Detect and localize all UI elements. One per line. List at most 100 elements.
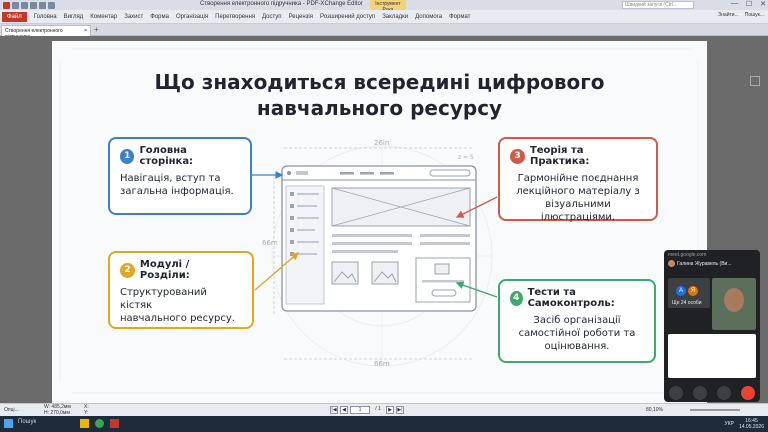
- participant-avatar: А: [676, 286, 686, 296]
- close-tab-icon[interactable]: ×: [84, 28, 87, 34]
- meet-overlay[interactable]: meet.google.com Галина Журавель (Ви... А…: [664, 250, 760, 402]
- card-theory-practice-line: лекційного матеріалу з: [516, 186, 640, 197]
- card-modules-header: 2 Модулі / Розділи:: [120, 259, 242, 281]
- menu-view[interactable]: Вигляд: [64, 14, 84, 20]
- camera-icon[interactable]: [693, 386, 707, 400]
- maximize-button[interactable]: ☐: [746, 0, 752, 8]
- quick-launch-search[interactable]: Швидкий запуск (Ctrl...: [622, 1, 694, 9]
- file-explorer-icon[interactable]: [80, 419, 89, 428]
- undo-icon[interactable]: [39, 1, 46, 9]
- card-home-page-body: Навігація, вступ та загальна інформація.: [120, 172, 240, 198]
- save-icon[interactable]: [21, 1, 28, 9]
- slide-page: 26in 66m 66m z = 5 Що знаходиться всеред…: [52, 41, 707, 403]
- redo-icon[interactable]: [48, 1, 55, 9]
- page-total: / 1: [375, 406, 381, 412]
- camera-video-tile[interactable]: [712, 278, 756, 330]
- ribbon-menu: Файл Головна Вигляд Коментар Захист Форм…: [0, 10, 768, 24]
- print-icon[interactable]: [30, 1, 37, 9]
- card-modules-line: Структурований кістяк: [120, 287, 207, 311]
- card-theory-practice: 3 Теорія та Практика: Гармонійне поєднан…: [498, 137, 658, 223]
- status-bar: Опці... W: 485,2мм H: 270,0мм X: Y: |◀ ◀…: [0, 403, 768, 416]
- hang-up-icon[interactable]: [741, 386, 755, 400]
- card-home-page-title: Головна сторінка:: [139, 145, 194, 167]
- menu-file[interactable]: Файл: [2, 11, 27, 22]
- chrome-icon[interactable]: [95, 419, 104, 428]
- panel-toggle-icon[interactable]: [750, 76, 760, 86]
- menu-form[interactable]: Форма: [150, 14, 169, 20]
- language-indicator[interactable]: УКР: [725, 421, 734, 427]
- participant-avatar: Я: [688, 286, 698, 296]
- new-tab-button[interactable]: +: [94, 26, 99, 34]
- menu-help[interactable]: Допомога: [415, 14, 442, 20]
- page-number-input[interactable]: 1: [350, 406, 370, 414]
- menu-organize[interactable]: Організація: [176, 14, 208, 20]
- document-view[interactable]: 26in 66m 66m z = 5 Що знаходиться всеред…: [0, 36, 768, 403]
- first-page-button[interactable]: |◀: [330, 406, 338, 414]
- present-icon[interactable]: [717, 386, 731, 400]
- card-theory-practice-header: 3 Теорія та Практика:: [510, 145, 646, 167]
- prev-page-button[interactable]: ◀: [340, 406, 348, 414]
- card-tests-title: Тести та Самоконтроль:: [527, 287, 615, 309]
- meet-presenter: Галина Журавель (Ви...: [664, 260, 760, 267]
- menu-format[interactable]: Формат: [449, 14, 470, 20]
- menu-comment[interactable]: Коментар: [90, 14, 117, 20]
- quick-access-toolbar: [0, 1, 55, 9]
- taskbar-search[interactable]: Пошук: [18, 419, 36, 425]
- menu-extended-access[interactable]: Розширений доступ: [320, 14, 375, 20]
- card-tests: 4 Тести та Самоконтроль: Засіб організац…: [498, 279, 656, 363]
- system-tray: УКР 16:45 14.05.2026: [725, 418, 764, 430]
- microphone-icon[interactable]: [669, 386, 683, 400]
- search-button[interactable]: Пошук...: [745, 12, 764, 18]
- shared-screen-thumbnail[interactable]: [668, 334, 756, 378]
- card-modules-number: 2: [120, 262, 135, 278]
- card-modules-body: Структурований кістяк навчального ресурс…: [120, 286, 242, 325]
- card-tests-header: 4 Тести та Самоконтроль:: [510, 287, 644, 309]
- last-page-button[interactable]: ▶|: [396, 406, 404, 414]
- card-home-page-line: загальна інформація.: [120, 186, 234, 197]
- participants-tile[interactable]: А Я Ще 24 особи: [668, 278, 710, 308]
- pinned-apps: [80, 419, 119, 428]
- document-tab[interactable]: Створення електронного підручника ×: [1, 25, 91, 40]
- slide-title: Що знаходиться всередині цифрового навча…: [52, 69, 707, 121]
- close-button[interactable]: ✕: [760, 0, 766, 8]
- menu-protect[interactable]: Захист: [124, 14, 143, 20]
- clock[interactable]: 16:45 14.05.2026: [739, 418, 764, 430]
- windows-start-icon[interactable]: [4, 419, 13, 428]
- window-controls: — ☐ ✕: [731, 0, 766, 8]
- clock-date: 14.05.2026: [738, 424, 764, 430]
- menu-convert[interactable]: Перетворення: [215, 14, 255, 20]
- zoom-level[interactable]: 80,10%: [646, 407, 663, 413]
- window-title: Створення електронного підручника - PDF-…: [200, 1, 363, 7]
- card-tests-body: Засіб організації самостійної роботи та …: [510, 314, 644, 353]
- app-icon: [3, 1, 10, 9]
- card-tests-number: 4: [510, 290, 523, 306]
- card-modules-line: навчального ресурсу.: [120, 313, 235, 324]
- options-button[interactable]: Опці...: [4, 407, 19, 413]
- card-home-page-line: Навігація, вступ та: [120, 173, 221, 184]
- menu-home[interactable]: Головна: [34, 14, 57, 20]
- windows-taskbar: Пошук УКР 16:45 14.05.2026: [0, 416, 768, 432]
- document-tab-bar: Створення електронного підручника × +: [0, 24, 768, 40]
- open-icon[interactable]: [12, 1, 19, 9]
- right-side-tools: [744, 72, 768, 272]
- next-page-button[interactable]: ▶: [386, 406, 394, 414]
- card-theory-practice-title: Теорія та Практика:: [529, 145, 590, 167]
- slide-title-line2: навчального ресурсу: [256, 96, 503, 120]
- find-button[interactable]: Знайти...: [718, 12, 739, 18]
- card-modules-title: Модулі / Розділи:: [139, 259, 190, 281]
- title-bar: Створення електронного підручника - PDF-…: [0, 0, 768, 24]
- card-home-page-header: 1 Головна сторінка:: [120, 145, 240, 167]
- pdf-xchange-window: Створення електронного підручника - PDF-…: [0, 0, 768, 432]
- card-tests-line: оцінювання.: [544, 341, 610, 352]
- menu-access[interactable]: Доступ: [262, 14, 282, 20]
- more-participants-label: Ще 24 особи: [672, 300, 702, 306]
- menu-review[interactable]: Рецензія: [289, 14, 313, 20]
- card-theory-practice-line: Гармонійне поєднання: [517, 173, 639, 184]
- minimize-button[interactable]: —: [731, 0, 738, 8]
- menu-bookmarks[interactable]: Закладки: [382, 14, 408, 20]
- card-modules: 2 Модулі / Розділи: Структурований кістя…: [108, 251, 254, 329]
- meet-url: meet.google.com: [668, 252, 707, 258]
- pdf-editor-icon[interactable]: [110, 419, 119, 428]
- zoom-slider[interactable]: [690, 409, 740, 411]
- presenter-avatar: [668, 260, 675, 267]
